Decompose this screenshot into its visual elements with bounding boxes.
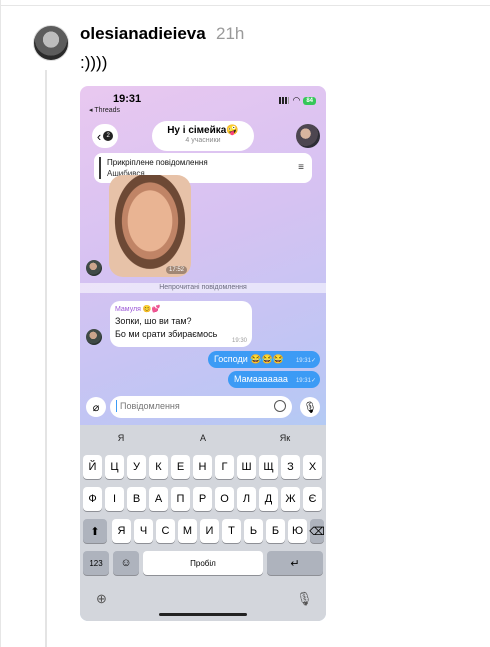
sender-avatar	[86, 329, 102, 345]
outgoing-message: Господи 😂😂😂 19:31✓	[208, 351, 320, 368]
message-sender: Мамуля 😊💕	[115, 306, 161, 313]
dictation-icon: 🎙	[296, 591, 313, 606]
space-key: Пробіл	[143, 551, 263, 575]
key: Т	[222, 519, 241, 543]
pinned-list-icon: ≡	[298, 162, 304, 173]
group-avatar	[296, 124, 320, 148]
chat-subtitle: 4 учасники	[185, 137, 221, 144]
sender-avatar	[86, 260, 102, 276]
key: М	[178, 519, 197, 543]
battery-icon: 84	[303, 96, 316, 105]
return-key: ↵	[267, 551, 323, 575]
back-unread-badge: 2	[103, 131, 114, 141]
thread-line	[45, 70, 47, 647]
message-time: 19:30	[231, 338, 247, 344]
status-icons: ◠ 84	[279, 95, 316, 106]
key: Щ	[259, 455, 278, 479]
video-sticker: 17:52	[109, 175, 191, 277]
message-line: Зопки, шо ви там?	[115, 316, 192, 326]
key: Д	[259, 487, 278, 511]
wifi-icon: ◠	[292, 95, 301, 105]
key: Е	[171, 455, 190, 479]
key: Х	[303, 455, 322, 479]
globe-icon: ⊕	[96, 591, 107, 606]
post-time: 21h	[216, 24, 245, 43]
key: Я	[112, 519, 131, 543]
status-time: 19:31	[113, 93, 142, 105]
post-text: :))))	[80, 53, 108, 72]
backspace-icon: ⌫	[309, 525, 325, 538]
message-input-pill	[110, 396, 292, 418]
chat-title: Ну і сімейка🤪	[167, 125, 239, 136]
pinned-title: Прикріплене повідомлення	[107, 158, 208, 167]
key: Ц	[105, 455, 124, 479]
page-top-border	[0, 0, 490, 6]
shift-icon: ⬆	[90, 525, 100, 538]
message-time: 19:31✓	[295, 358, 316, 364]
key: Н	[193, 455, 212, 479]
chat-back-button: ‹ 2	[92, 124, 118, 148]
emoji-icon: ☺	[120, 557, 132, 569]
key: Ю	[288, 519, 307, 543]
signal-icon	[279, 97, 290, 104]
key: З	[281, 455, 300, 479]
sticker-icon	[274, 400, 286, 412]
page-left-border	[0, 0, 1, 647]
home-indicator	[159, 613, 247, 616]
key: Й	[83, 455, 102, 479]
outgoing-message: Мамааааааа 19:31✓	[228, 371, 320, 388]
pinned-bar	[99, 157, 101, 179]
backspace-key: ⌫	[309, 519, 325, 543]
key: Л	[237, 487, 256, 511]
return-icon: ↵	[290, 557, 300, 570]
incoming-message: Мамуля 😊💕 Зопки, шо ви там? Бо ми срати …	[110, 301, 252, 347]
key: Є	[303, 487, 322, 511]
keyboard: Я А Як Й Ц У К Е Н Г Ш Щ З Х Ф І В А П Р…	[80, 425, 326, 621]
key: Ф	[83, 487, 102, 511]
key: И	[200, 519, 219, 543]
key: Г	[215, 455, 234, 479]
chat-title-pill: Ну і сімейка🤪 4 учасники	[152, 121, 254, 151]
key: А	[149, 487, 168, 511]
key: П	[171, 487, 190, 511]
sticker-time: 17:52	[165, 266, 187, 274]
key: Р	[193, 487, 212, 511]
screenshot-image[interactable]: 19:31 ◂ Threads ◠ 84 ‹ 2 Ну і сімейка🤪 4…	[80, 86, 326, 621]
paperclip-icon: ⌀	[86, 397, 106, 417]
username-link[interactable]: olesianadieieva	[80, 24, 206, 44]
suggestion: Я	[117, 433, 125, 443]
emoji-key: ☺	[113, 551, 139, 575]
suggestion: Як	[279, 433, 291, 443]
suggestion: А	[199, 433, 206, 443]
key: Ь	[244, 519, 263, 543]
message-text: Господи 😂😂😂	[214, 354, 284, 364]
key: Ж	[281, 487, 300, 511]
message-input	[116, 400, 272, 412]
key: О	[215, 487, 234, 511]
numbers-key: 123	[83, 551, 109, 575]
user-avatar[interactable]	[33, 25, 69, 61]
message-line: Бо ми срати збираємось	[115, 329, 218, 339]
key: Ш	[237, 455, 256, 479]
status-back-app: ◂ Threads	[89, 107, 121, 114]
key: К	[149, 455, 168, 479]
key: І	[105, 487, 124, 511]
message-text: Мамааааааа	[234, 374, 288, 384]
chevron-left-icon: ‹	[96, 128, 102, 144]
key: У	[127, 455, 146, 479]
key: Ч	[134, 519, 153, 543]
shift-key: ⬆	[83, 519, 107, 543]
key: В	[127, 487, 146, 511]
key: Б	[266, 519, 285, 543]
key: С	[156, 519, 175, 543]
unread-divider: Непрочитані повідомлення	[80, 283, 326, 293]
message-input-row: ⌀ 🎙	[80, 394, 326, 422]
message-time: 19:31✓	[295, 378, 316, 384]
microphone-icon: 🎙	[300, 397, 320, 417]
